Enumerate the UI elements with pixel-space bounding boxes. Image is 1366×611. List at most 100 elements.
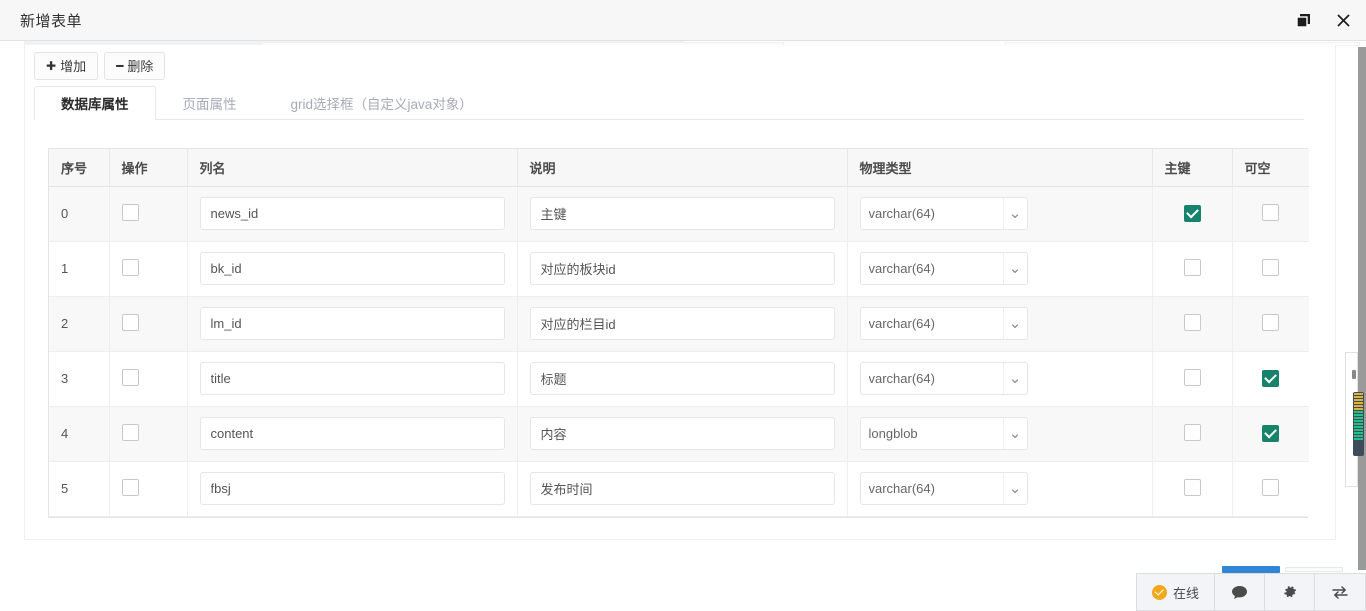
nullable-cell [1232,461,1309,517]
restore-window-icon[interactable] [1290,8,1316,34]
chat-button[interactable] [1215,574,1265,610]
physical-type-select[interactable]: varchar(64)longblob [859,417,1028,450]
nullable-checkbox[interactable] [1262,370,1280,387]
column-name-cell [187,406,518,462]
primary-key-checkbox[interactable] [1183,368,1201,386]
physical-type-select-wrapper: varchar(64)longblob⌄ [859,472,1028,505]
column-name-input[interactable] [199,472,505,505]
column-header-name: 列名 [187,149,518,187]
primary-key-checkbox[interactable] [1183,205,1201,222]
primary-key-cell [1152,406,1233,462]
physical-type-cell: varchar(64)longblob⌄ [847,241,1153,297]
row-index-cell: 3 [49,351,110,407]
nullable-checkbox[interactable] [1262,425,1280,442]
column-name-cell [187,186,518,242]
row-select-checkbox[interactable] [121,203,139,221]
tab-database-properties[interactable]: 数据库属性 [34,86,156,120]
primary-key-cell [1152,461,1233,517]
column-description-input[interactable] [529,252,835,285]
column-description-cell [517,351,848,407]
column-name-input[interactable] [199,307,505,340]
dialog-window: 新增表单 ✚ 增加 ━ 删除 数据库属性 页面属性 grid选择框（自定义jav… [0,0,1366,611]
column-header-type: 物理类型 [847,149,1153,187]
column-description-input[interactable] [529,417,835,450]
physical-type-select[interactable]: varchar(64)longblob [859,252,1028,285]
row-select-cell [109,186,188,242]
primary-key-checkbox[interactable] [1183,423,1201,441]
tab-page-properties[interactable]: 页面属性 [156,86,264,119]
physical-type-select[interactable]: varchar(64)longblob [859,472,1028,505]
column-header-nullable: 可空 [1232,149,1309,187]
nullable-checkbox[interactable] [1262,313,1280,331]
column-name-cell [187,461,518,517]
settings-button[interactable] [1265,574,1315,610]
nullable-checkbox[interactable] [1262,203,1280,221]
physical-type-select[interactable]: varchar(64)longblob [859,307,1028,340]
column-description-cell [517,461,848,517]
column-name-input[interactable] [199,197,505,230]
table-row: 0 varchar(64)longblob⌄ [49,186,1309,242]
switch-account-button[interactable] [1315,574,1365,610]
primary-key-checkbox[interactable] [1183,258,1201,276]
online-status-label: 在线 [1172,585,1199,601]
column-description-cell [517,296,848,352]
physical-type-select[interactable]: varchar(64)longblob [859,362,1028,395]
physical-type-select[interactable]: varchar(64)longblob [859,197,1028,230]
delete-row-label: 删除 [127,58,154,74]
nullable-cell [1232,406,1309,462]
right-rail-meter [1353,392,1364,456]
primary-key-cell [1152,351,1233,407]
row-select-checkbox[interactable] [121,313,139,331]
column-definition-grid: 序号 操作 列名 说明 物理类型 主键 可空 0 varchar(64)longb… [48,148,1309,518]
physical-type-select-wrapper: varchar(64)longblob⌄ [859,362,1028,395]
column-description-cell [517,406,848,462]
nullable-cell [1232,186,1309,242]
column-description-input[interactable] [529,472,835,505]
column-name-input[interactable] [199,417,505,450]
physical-type-cell: varchar(64)longblob⌄ [847,406,1153,462]
tab-bar: 数据库属性 页面属性 grid选择框（自定义java对象） [34,86,1304,120]
primary-key-checkbox[interactable] [1183,313,1201,331]
right-scroll-rail[interactable] [1358,47,1366,570]
table-row: 3 varchar(64)longblob⌄ [49,351,1309,407]
page-title: 新增表单 [20,12,83,30]
physical-type-cell: varchar(64)longblob⌄ [847,461,1153,517]
column-header-primarykey: 主键 [1152,149,1233,187]
table-row: 1 varchar(64)longblob⌄ [49,241,1309,297]
column-description-cell [517,241,848,297]
right-rail-handle[interactable] [1352,370,1356,379]
primary-key-cell [1152,186,1233,242]
row-select-checkbox[interactable] [121,478,139,496]
column-header-index: 序号 [49,149,110,187]
column-description-input[interactable] [529,197,835,230]
chat-bubble-icon [1231,585,1248,600]
column-description-cell [517,186,848,242]
nullable-cell [1232,351,1309,407]
nullable-checkbox[interactable] [1262,478,1280,496]
row-select-checkbox[interactable] [121,423,139,441]
tab-label: 数据库属性 [61,97,129,112]
column-name-input[interactable] [199,362,505,395]
nullable-cell [1232,296,1309,352]
nullable-cell [1232,241,1309,297]
column-description-input[interactable] [529,307,835,340]
tab-grid-selector[interactable]: grid选择框（自定义java对象） [264,86,500,119]
online-status-button[interactable]: 在线 [1137,574,1215,610]
add-row-label: 增加 [60,58,87,74]
delete-row-button[interactable]: ━ 删除 [104,52,166,80]
add-row-button[interactable]: ✚ 增加 [34,52,99,80]
table-header-row: 序号 操作 列名 说明 物理类型 主键 可空 [49,149,1309,187]
table-row: 2 varchar(64)longblob⌄ [49,296,1309,352]
column-name-input[interactable] [199,252,505,285]
row-select-checkbox[interactable] [121,368,139,386]
column-description-input[interactable] [529,362,835,395]
row-select-cell [109,296,188,352]
row-index-cell: 1 [49,241,110,297]
close-icon[interactable] [1330,8,1356,34]
row-select-checkbox[interactable] [121,258,139,276]
physical-type-select-wrapper: varchar(64)longblob⌄ [859,252,1028,285]
row-index-cell: 2 [49,296,110,352]
nullable-checkbox[interactable] [1262,258,1280,276]
primary-key-checkbox[interactable] [1183,478,1201,496]
column-name-cell [187,296,518,352]
